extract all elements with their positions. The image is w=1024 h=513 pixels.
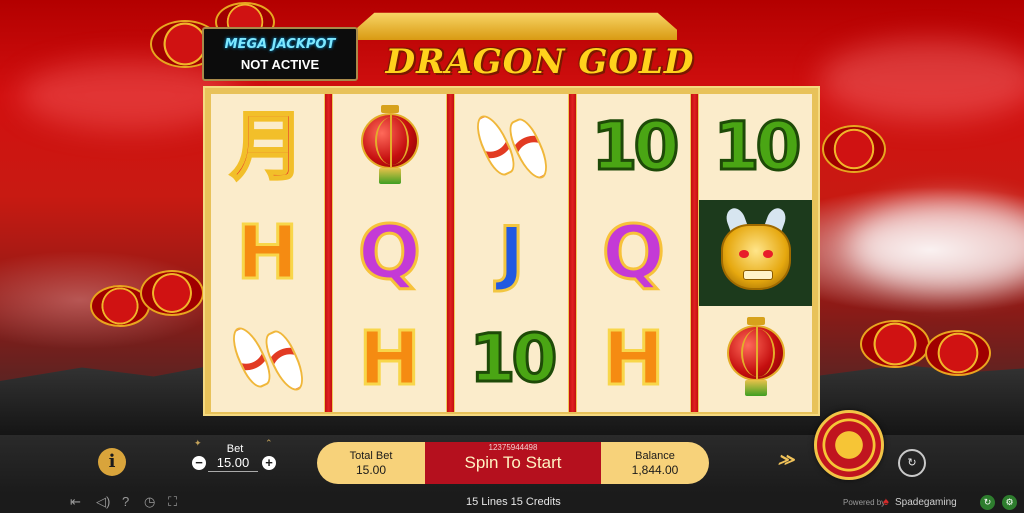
bet-label: Bet [226,443,244,455]
dragon-symbol [711,205,801,298]
fullscreen-icon[interactable]: ⛶ [168,492,177,512]
spin-button[interactable]: 12375944498 Spin To Start [425,442,601,484]
symbol-10: 10 [468,320,559,397]
reel-1: 月H [211,94,324,412]
info-button[interactable]: i [98,448,126,476]
symbol-cell: 10 [455,306,568,412]
exit-icon[interactable]: ⇤ [70,492,81,512]
cloud-decoration [822,125,886,173]
total-bet-label: Total Bet [349,450,393,462]
symbol-q: Q [357,210,423,296]
cloud-decoration [140,270,204,316]
symbol-cell [211,306,324,412]
bet-spin-balance-panel: Total Bet 15.00 12375944498 Spin To Star… [317,442,709,484]
sound-icon[interactable]: ◁) [96,492,110,512]
cloud-decoration [860,320,930,368]
cloud-decoration [925,330,991,376]
refresh-icon[interactable]: ↻ [980,495,995,510]
koi-symbol [225,319,310,399]
symbol-cell: H [211,200,324,306]
jackpot-status: NOT ACTIVE [240,57,320,72]
symbol-k: H [601,316,666,402]
symbol-cell [699,200,812,306]
bet-increase-button[interactable]: + [262,456,276,470]
symbol-k: H [357,316,422,402]
brand-name: Spadegaming [895,497,957,508]
reel-frame: 月H QH J 10 10 Q H 10 [203,86,820,416]
reel-2: QH [333,94,446,412]
balance-value: 1,844.00 [631,463,679,477]
symbol-cell: 10 [699,94,812,200]
symbol-cell: 10 [577,94,690,200]
symbol-cell [333,94,446,200]
reel-5: 10 [699,94,812,412]
symbol-cell [455,94,568,200]
reel-3: J 10 [455,94,568,412]
round-id: 12375944498 [488,443,538,452]
history-icon[interactable]: ◷ [144,492,155,512]
symbol-cell: H [333,306,446,412]
symbol-j: J [497,212,526,294]
coin-spin-button[interactable] [814,410,884,480]
reel-4: 10 Q H [577,94,690,412]
lines-credits: 15 Lines 15 Credits [466,496,561,508]
symbol-a: 月 [229,104,306,190]
jackpot-title: MEGA JACKPOT [224,37,336,52]
bet-value: 15.00 [208,455,258,472]
symbol-cell: Q [333,200,446,306]
powered-by: Powered by [843,498,886,507]
game-title: DRAGON GOLD [385,42,695,82]
symbol-10: 10 [712,108,803,185]
settings-icon[interactable]: ⚙ [1002,495,1017,510]
symbol-cell: 月 [211,94,324,200]
jackpot-panel: MEGA JACKPOT NOT ACTIVE [202,27,358,81]
bet-decrease-button[interactable]: − [192,456,206,470]
autoplay-icon[interactable]: ↻ [898,449,926,477]
total-bet-value: 15.00 [355,463,387,477]
symbol-k: H [235,210,300,296]
lantern-symbol [725,317,787,401]
spade-icon: ♠ [883,496,889,508]
symbol-q: Q [601,210,667,296]
symbol-10: 10 [590,108,681,185]
symbol-cell: H [577,306,690,412]
symbol-cell [699,306,812,412]
symbol-cell: J [455,200,568,306]
balance-label: Balance [635,450,675,462]
koi-symbol [469,107,554,187]
turbo-icon[interactable]: ≫ [772,450,800,472]
lantern-symbol [359,105,421,189]
spin-label: Spin To Start [464,453,562,472]
help-icon[interactable]: ? [122,492,129,512]
symbol-cell: Q [577,200,690,306]
